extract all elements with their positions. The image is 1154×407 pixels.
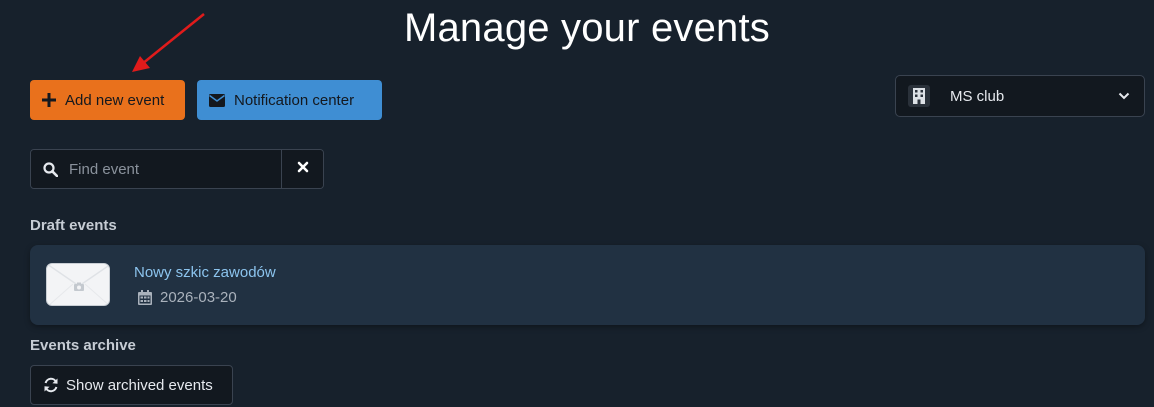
close-icon <box>297 160 309 178</box>
notification-center-label: Notification center <box>234 91 355 109</box>
show-archived-events-button[interactable]: Show archived events <box>30 365 233 405</box>
search-icon <box>31 161 69 177</box>
clear-search-button[interactable] <box>282 150 323 188</box>
event-title-link[interactable]: Nowy szkic zawodów <box>134 264 276 281</box>
club-select-value: MS club <box>950 87 1005 105</box>
annotation-arrow-icon <box>132 13 205 72</box>
plus-icon <box>42 93 56 107</box>
events-archive-heading: Events archive <box>30 337 136 354</box>
search-field <box>31 150 282 188</box>
event-card[interactable]: Nowy szkic zawodów 2026-03-20 <box>30 245 1145 325</box>
calendar-icon <box>138 290 152 305</box>
event-date: 2026-03-20 <box>160 289 237 306</box>
page: Manage your events Add new event Notific… <box>0 0 1154 407</box>
event-thumbnail <box>46 263 110 306</box>
chevron-down-icon <box>1118 92 1130 100</box>
search-input[interactable] <box>69 150 281 188</box>
building-icon <box>908 85 930 107</box>
add-new-event-label: Add new event <box>65 91 165 109</box>
envelope-icon <box>209 93 225 107</box>
refresh-icon <box>43 377 59 393</box>
notification-center-button[interactable]: Notification center <box>197 80 382 120</box>
show-archived-events-label: Show archived events <box>66 376 213 394</box>
club-select[interactable]: MS club <box>895 75 1145 117</box>
event-date-row: 2026-03-20 <box>138 289 237 306</box>
add-new-event-button[interactable]: Add new event <box>30 80 185 120</box>
event-search <box>30 149 324 189</box>
draft-events-heading: Draft events <box>30 217 117 234</box>
